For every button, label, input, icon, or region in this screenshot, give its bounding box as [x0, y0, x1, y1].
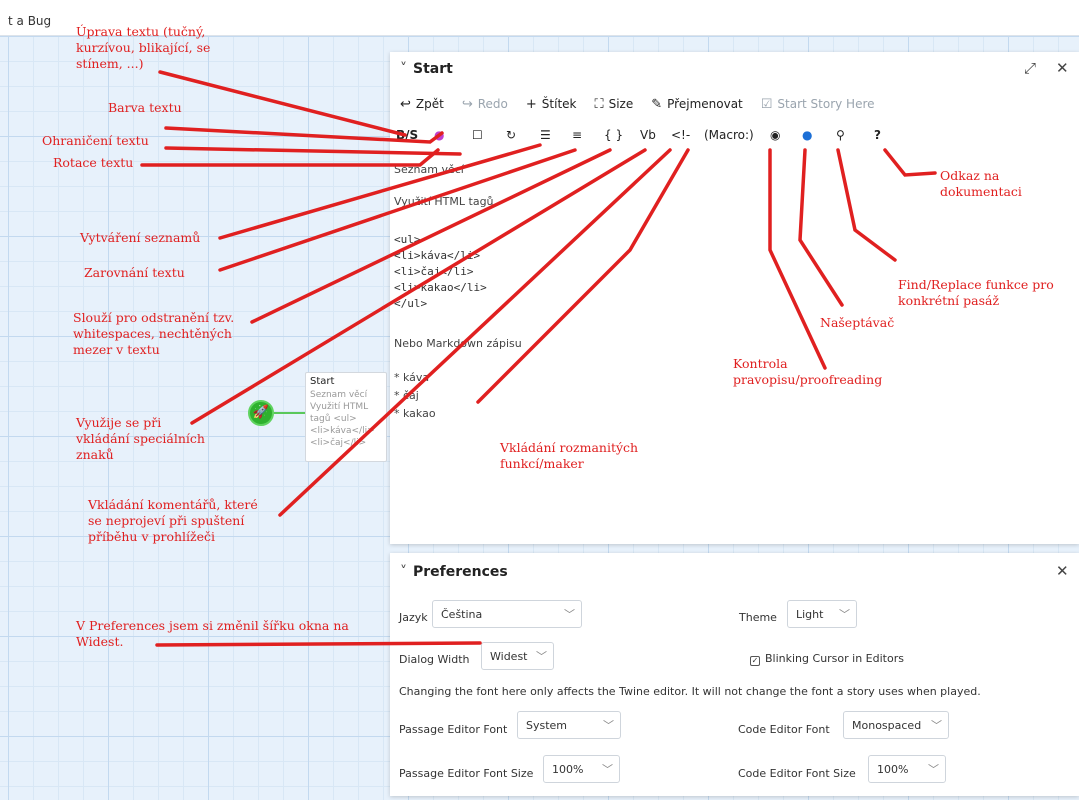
annotation-format: Úprava textu (tučný, kurzívou, blikající…	[76, 24, 210, 72]
annotation-line: mezer v textu	[73, 342, 160, 357]
annotation-list: Vytváření seznamů	[80, 230, 201, 245]
annotation-line: stínem, ...)	[76, 56, 144, 71]
annotation-line: kurzívou, blikající, se	[76, 40, 211, 55]
annotation-line: Odkaz na	[940, 168, 1000, 183]
annotation-line: Vkládání komentářů, které	[88, 497, 258, 512]
annotation-line: příběhu v prohlížeči	[88, 529, 216, 544]
annotation-line: Vkládání rozmanitých	[500, 440, 639, 455]
annotation-line: se neprojeví při spuštení	[88, 513, 245, 528]
annotation-color: Barva textu	[108, 100, 182, 115]
annotation-line: V Preferences jsem si změnil šířku okna …	[76, 618, 349, 633]
annotation-border: Ohraničení textu	[42, 133, 149, 148]
annotation-line: whitespaces, nechtěných	[73, 326, 232, 341]
annotation-hint: Našeptávač	[820, 315, 895, 330]
annotation-line: znaků	[76, 447, 114, 462]
annotation-verbatim: Využije se při vkládání speciálních znak…	[76, 415, 205, 463]
annotation-macro: Vkládání rozmanitých funkcí/maker	[500, 440, 638, 472]
annotation-line: Úprava textu (tučný,	[76, 24, 206, 39]
annotation-line: vkládání speciálních	[76, 431, 205, 446]
annotation-line: funkcí/maker	[500, 456, 584, 471]
annotation-line: Slouží pro odstranění tzv.	[73, 310, 235, 325]
annotation-line: pravopisu/proofreading	[733, 372, 883, 387]
annotation-lines	[140, 70, 937, 647]
annotation-whitespace: Slouží pro odstranění tzv. whitespaces, …	[73, 310, 234, 358]
annotation-align: Zarovnání textu	[84, 265, 185, 280]
annotation-line: dokumentaci	[940, 184, 1022, 199]
annotation-line: Widest.	[76, 634, 124, 649]
annotation-line: Kontrola	[733, 356, 788, 371]
annotation-line: konkrétní pasáž	[898, 293, 1000, 308]
annotation-find: Find/Replace funkce pro konkrétní pasáž	[898, 277, 1054, 309]
annotation-line: Find/Replace funkce pro	[898, 277, 1054, 292]
annotation-proof: Kontrola pravopisu/proofreading	[733, 356, 882, 388]
annotation-line: Využije se při	[76, 415, 162, 430]
annotation-comment: Vkládání komentářů, které se neprojeví p…	[88, 497, 258, 545]
annotation-help: Odkaz na dokumentaci	[940, 168, 1022, 200]
annotation-rotate: Rotace textu	[53, 155, 134, 170]
annotation-prefs: V Preferences jsem si změnil šířku okna …	[76, 618, 349, 650]
